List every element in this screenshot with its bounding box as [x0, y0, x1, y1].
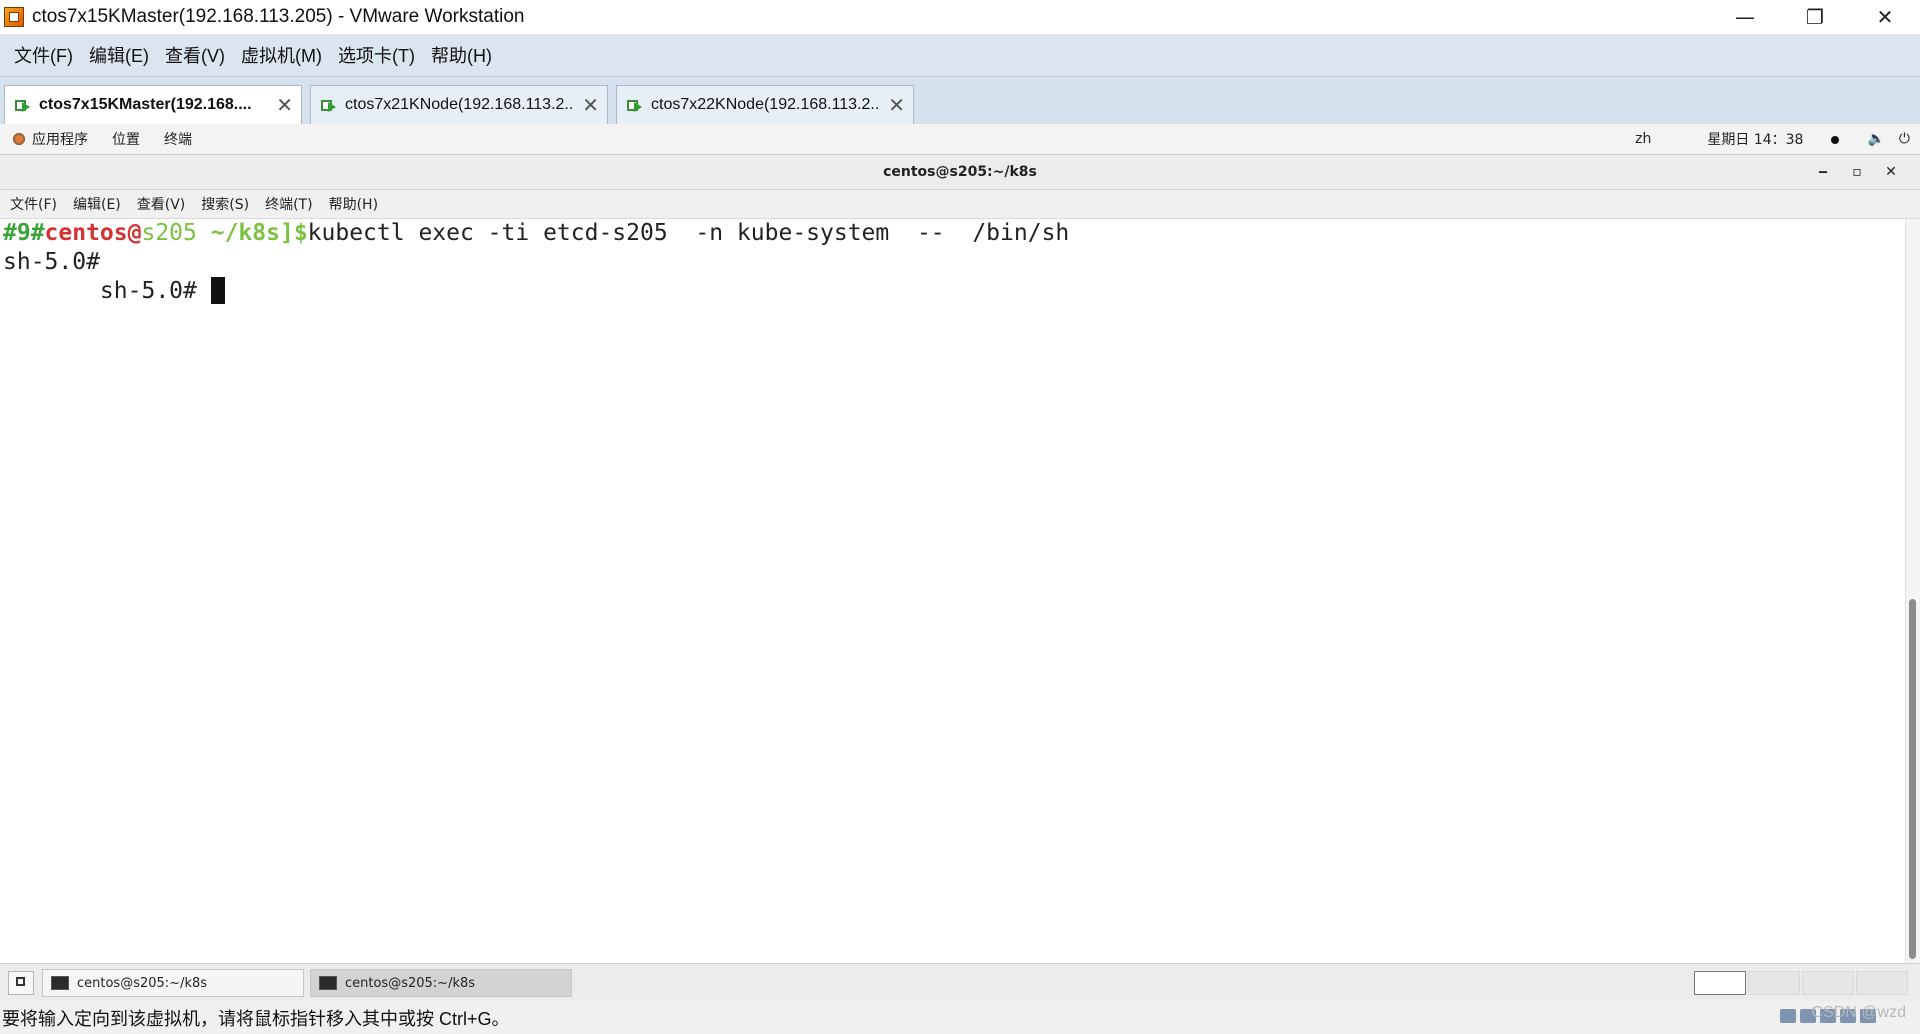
guest-taskbar: centos@s205:~/k8s centos@s205:~/k8s: [0, 963, 1920, 1002]
volume-icon[interactable]: 🔈: [1867, 131, 1884, 147]
menu-help[interactable]: 帮助(H): [431, 42, 492, 68]
clock[interactable]: 星期日 14：38: [1679, 129, 1840, 149]
gnome-status-area: zh 星期日 14：38 🔈 ⏻: [1607, 124, 1910, 154]
terminal-minimize-button[interactable]: ‒: [1806, 164, 1840, 180]
tab-label: ctos7x21KNode(192.168.113.2...: [345, 96, 573, 113]
tab-label: ctos7x22KNode(192.168.113.2...: [651, 96, 879, 113]
vm-running-icon: [15, 97, 31, 113]
menu-edit[interactable]: 编辑(E): [89, 42, 149, 68]
terminal-scrollbar[interactable]: [1905, 219, 1920, 963]
tab-close-icon[interactable]: ✕: [582, 93, 599, 117]
restore-button[interactable]: ❐: [1780, 0, 1850, 34]
command-text: kubectl exec -ti etcd-s205 -n kube-syste…: [307, 220, 1070, 246]
vm-running-icon: [627, 97, 643, 113]
taskbar-item-label: centos@s205:~/k8s: [345, 975, 476, 991]
input-language[interactable]: zh: [1635, 131, 1651, 147]
vmware-statusbar: 要将输入定向到该虚拟机，请将鼠标指针移入其中或按 Ctrl+G。 CSDN @w…: [0, 1001, 1920, 1034]
menu-view[interactable]: 查看(V): [165, 42, 225, 68]
applications-icon: [12, 132, 26, 146]
prompt-host: s205: [141, 220, 197, 246]
workspace-1[interactable]: [1694, 971, 1746, 995]
terminal-title: centos@s205:~/k8s: [883, 164, 1037, 180]
tab-close-icon[interactable]: ✕: [276, 93, 293, 117]
tab-label: ctos7x15KMaster(192.168....: [39, 96, 252, 113]
workspace-3[interactable]: [1802, 971, 1854, 995]
status-message: 要将输入定向到该虚拟机，请将鼠标指针移入其中或按 Ctrl+G。: [2, 1008, 510, 1029]
workspace-4[interactable]: [1856, 971, 1908, 995]
text-cursor: [210, 277, 225, 304]
notification-dot-icon: [1831, 136, 1840, 144]
terminal-line: #9#centos@s205 ~/k8s]$kubectl exec -ti e…: [3, 219, 1906, 248]
shell-prompt: sh-5.0#: [3, 278, 211, 304]
places-menu[interactable]: 位置: [112, 129, 140, 149]
vm-running-icon: [321, 97, 337, 113]
tab-close-icon[interactable]: ✕: [888, 93, 905, 117]
terminal-line: sh-5.0#: [3, 249, 100, 275]
prompt-history: #9#: [3, 220, 45, 246]
terminal-menu-terminal[interactable]: 终端(T): [265, 194, 312, 214]
hard-disk-icon[interactable]: [1780, 1009, 1796, 1023]
prompt-user: centos@: [44, 220, 142, 246]
terminal-menu-help[interactable]: 帮助(H): [329, 194, 378, 214]
terminal-menu-view[interactable]: 查看(V): [137, 194, 186, 214]
clock-text: 星期日 14：38: [1707, 132, 1804, 148]
prompt-dollar: $: [293, 220, 308, 246]
minimize-button[interactable]: —: [1710, 0, 1780, 34]
terminal-menu-search[interactable]: 搜索(S): [201, 194, 249, 214]
terminal-icon: [319, 976, 337, 990]
scrollbar-thumb[interactable]: [1909, 599, 1916, 959]
taskbar-item[interactable]: centos@s205:~/k8s: [310, 969, 572, 997]
terminal-menubar: 文件(F) 编辑(E) 查看(V) 搜索(S) 终端(T) 帮助(H): [0, 190, 1920, 219]
terminal-icon: [51, 976, 69, 990]
vmware-menubar: 文件(F) 编辑(E) 查看(V) 虚拟机(M) 选项卡(T) 帮助(H): [0, 34, 1920, 77]
vm-tab-bar: ctos7x15KMaster(192.168.... ✕ ctos7x21KN…: [0, 77, 1920, 124]
taskbar-item[interactable]: centos@s205:~/k8s: [42, 969, 304, 997]
tab-node21[interactable]: ctos7x21KNode(192.168.113.2... ✕: [310, 85, 608, 124]
terminal-window-controls: ‒ ▫ ✕: [1806, 155, 1908, 189]
tab-master[interactable]: ctos7x15KMaster(192.168.... ✕: [4, 85, 302, 124]
window-title: ctos7x15KMaster(192.168.113.205) - VMwar…: [32, 6, 525, 27]
taskbar-item-label: centos@s205:~/k8s: [77, 975, 208, 991]
menu-vm[interactable]: 虚拟机(M): [241, 42, 322, 68]
window-controls: — ❐ ✕: [1710, 0, 1920, 34]
terminal-maximize-button[interactable]: ▫: [1840, 164, 1874, 180]
gnome-top-panel: 应用程序 位置 终端 zh 星期日 14：38 🔈 ⏻: [0, 124, 1920, 155]
tab-node22[interactable]: ctos7x22KNode(192.168.113.2... ✕: [616, 85, 914, 124]
terminal-menu[interactable]: 终端: [164, 129, 192, 149]
terminal-titlebar: centos@s205:~/k8s ‒ ▫ ✕: [0, 155, 1920, 190]
terminal-output[interactable]: #9#centos@s205 ~/k8s]$kubectl exec -ti e…: [0, 219, 1906, 963]
vmware-logo-icon: [4, 7, 24, 27]
show-desktop-icon[interactable]: [8, 971, 34, 995]
terminal-menu-file[interactable]: 文件(F): [10, 194, 57, 214]
prompt-dir: ~/k8s]: [196, 220, 294, 246]
workspace-2[interactable]: [1748, 971, 1800, 995]
terminal-menu-edit[interactable]: 编辑(E): [73, 194, 121, 214]
close-button[interactable]: ✕: [1850, 0, 1920, 34]
menu-tabs[interactable]: 选项卡(T): [338, 42, 415, 68]
vmware-titlebar: ctos7x15KMaster(192.168.113.205) - VMwar…: [0, 0, 1920, 34]
terminal-close-button[interactable]: ✕: [1874, 164, 1908, 180]
watermark: CSDN @wzd: [1811, 1004, 1906, 1021]
workspace-switcher: [1692, 971, 1908, 995]
menu-file[interactable]: 文件(F): [14, 42, 73, 68]
power-icon[interactable]: ⏻: [1899, 131, 1910, 147]
terminal-line: sh-5.0#: [3, 277, 1906, 306]
applications-menu[interactable]: 应用程序: [32, 129, 88, 149]
